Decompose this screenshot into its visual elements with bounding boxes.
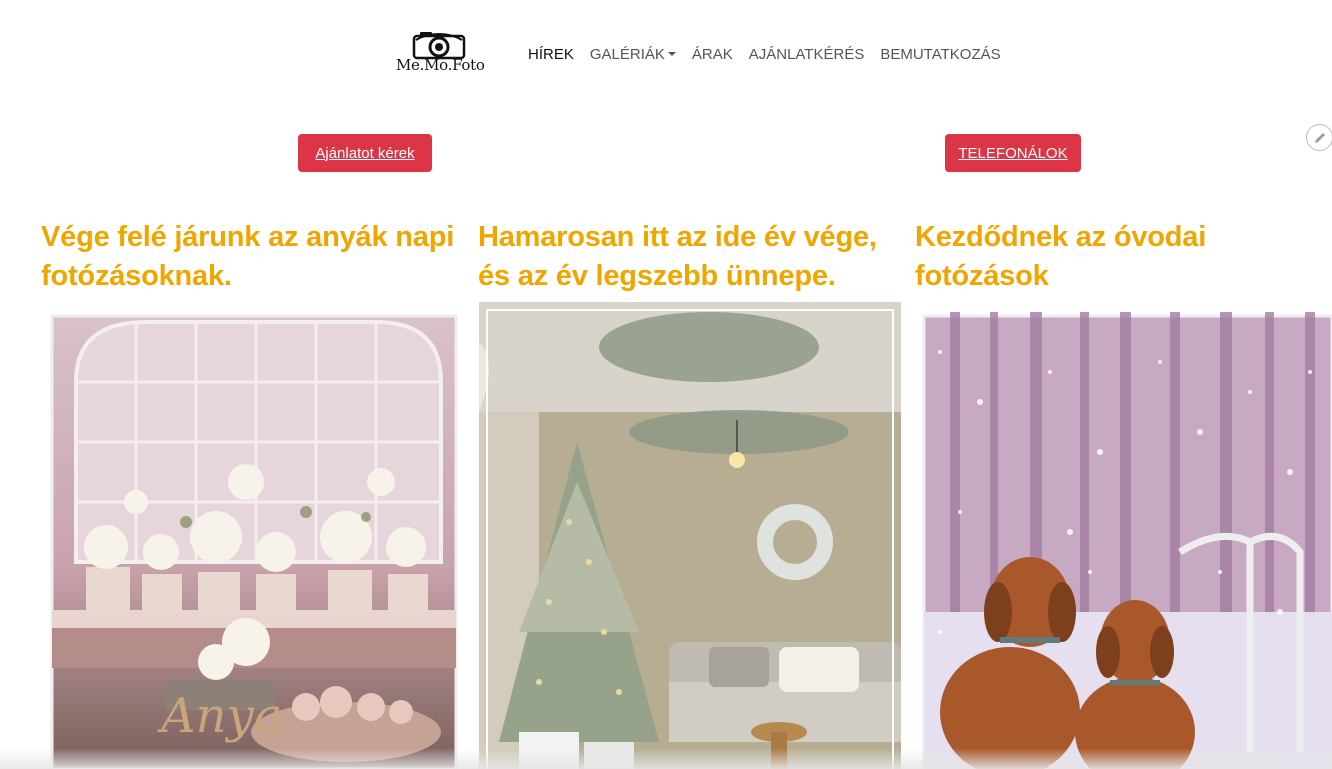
news-card-mothers-day[interactable]: Vége felé járunk az anyák napi fotózások… (41, 218, 471, 296)
page: Me.Mo.Foto HÍREK GALÉRIÁK ÁRAK AJÁNLATKÉ… (0, 0, 1332, 769)
nav-item-bemutatkozas[interactable]: BEMUTATKOZÁS (880, 46, 1000, 63)
news-title[interactable]: Kezdődnek az óvodai fotózások (915, 218, 1332, 296)
nav-item-arak[interactable]: ÁRAK (692, 46, 733, 63)
main-nav: HÍREK GALÉRIÁK ÁRAK AJÁNLATKÉRÉS BEMUTAT… (528, 46, 1001, 63)
news-card-kindergarten[interactable]: Kezdődnek az óvodai fotózások (915, 218, 1332, 296)
mothers-day-photo[interactable]: Anya (46, 312, 460, 769)
nav-item-hirek[interactable]: HÍREK (528, 46, 574, 63)
site-logo[interactable]: Me.Mo.Foto (396, 30, 485, 80)
nav-item-label: GALÉRIÁK (589, 46, 665, 63)
kindergarten-photo[interactable] (920, 312, 1332, 769)
bottom-fade (0, 748, 1332, 769)
christmas-photo[interactable] (479, 302, 901, 769)
offer-request-button[interactable]: Ajánlatot kérek (298, 134, 432, 172)
news-title[interactable]: Vége felé járunk az anyák napi fotózások… (41, 218, 471, 296)
call-button[interactable]: TELEFONÁLOK (945, 134, 1081, 172)
nav-item-galeriak[interactable]: GALÉRIÁK (590, 46, 676, 63)
logo-text: Me.Mo.Foto (396, 56, 485, 74)
pencil-icon (1314, 132, 1325, 143)
news-card-christmas[interactable]: Hamarosan itt az ide év vége, és az év l… (478, 218, 908, 296)
anya-decor-text: Anya (157, 688, 282, 744)
news-title[interactable]: Hamarosan itt az ide év vége, és az év l… (478, 218, 908, 296)
nav-item-ajanlatkeres[interactable]: AJÁNLATKÉRÉS (749, 46, 865, 63)
caret-down-icon (667, 52, 676, 56)
edit-button[interactable] (1306, 124, 1332, 151)
